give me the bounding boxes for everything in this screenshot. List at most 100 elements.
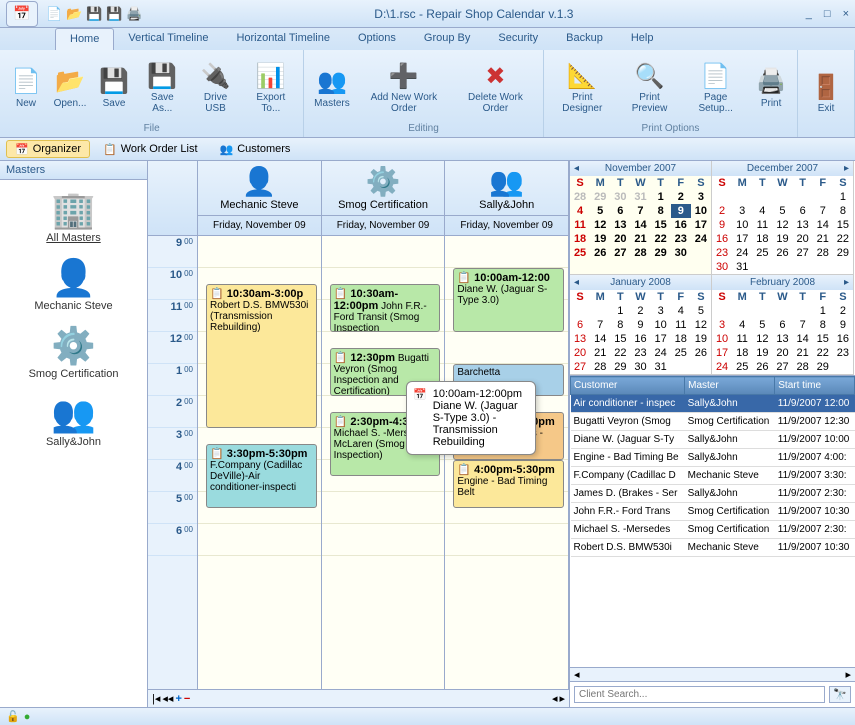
cal-day[interactable]: 30 bbox=[712, 260, 732, 274]
cal-day[interactable]: 13 bbox=[772, 332, 792, 346]
cal-day[interactable]: 10 bbox=[691, 204, 711, 218]
cal-day[interactable] bbox=[813, 190, 833, 204]
grid-scroll-left-icon[interactable]: ◂ bbox=[574, 668, 580, 681]
grid-header[interactable]: Master bbox=[685, 377, 775, 395]
cal-day[interactable]: 31 bbox=[651, 360, 671, 374]
cal-day[interactable]: 22 bbox=[651, 232, 671, 246]
ribbon-tab-home[interactable]: Home bbox=[55, 28, 114, 50]
sidebar-master-1[interactable]: ⚙️Smog Certification bbox=[4, 324, 143, 380]
cal-prev-icon[interactable]: ◂ bbox=[574, 163, 579, 174]
cal-day[interactable]: 15 bbox=[651, 218, 671, 232]
ribbon-tab-security[interactable]: Security bbox=[484, 28, 552, 50]
cal-day[interactable] bbox=[752, 190, 772, 204]
cal-day[interactable]: 29 bbox=[833, 246, 853, 260]
scroll-left-icon[interactable]: ◂ bbox=[552, 692, 558, 705]
cal-day[interactable]: 27 bbox=[793, 246, 813, 260]
cal-day[interactable]: 21 bbox=[793, 346, 813, 360]
cal-day[interactable]: 18 bbox=[732, 346, 752, 360]
grid-scroll-right-icon[interactable]: ▸ bbox=[845, 668, 851, 681]
qat-new-icon[interactable]: 📄 bbox=[46, 6, 62, 22]
cal-day[interactable] bbox=[732, 304, 752, 318]
cal-day[interactable]: 10 bbox=[651, 318, 671, 332]
cal-day[interactable]: 4 bbox=[752, 204, 772, 218]
new-button[interactable]: 📄New bbox=[4, 52, 48, 122]
zoom-out-button[interactable]: − bbox=[184, 693, 190, 705]
tab-customers[interactable]: 👥Customers bbox=[211, 140, 300, 158]
appointment-2-3[interactable]: 📋 4:00pm-5:30pm Engine - Bad Timing Belt bbox=[453, 460, 564, 508]
cal-day[interactable]: 3 bbox=[732, 204, 752, 218]
cal-day[interactable]: 7 bbox=[590, 318, 610, 332]
cal-day[interactable]: 2 bbox=[833, 304, 853, 318]
cal-day[interactable]: 27 bbox=[772, 360, 792, 374]
cal-day[interactable]: 28 bbox=[813, 246, 833, 260]
cal-day[interactable]: 12 bbox=[590, 218, 610, 232]
cal-day[interactable]: 5 bbox=[772, 204, 792, 218]
qat-print-icon[interactable]: 🖨️ bbox=[126, 6, 142, 22]
masters-button[interactable]: 👥Masters bbox=[308, 52, 355, 122]
maximize-button[interactable]: □ bbox=[824, 8, 831, 20]
cal-day[interactable]: 22 bbox=[610, 346, 630, 360]
cal-prev-icon[interactable]: ◂ bbox=[574, 277, 579, 288]
cal-day[interactable]: 18 bbox=[570, 232, 590, 246]
cal-day[interactable]: 16 bbox=[712, 232, 732, 246]
grid-row[interactable]: F.Company (Cadillac DMechanic Steve11/9/… bbox=[571, 467, 855, 485]
cal-day[interactable]: 15 bbox=[833, 218, 853, 232]
column-header-1[interactable]: ⚙️Smog Certification bbox=[322, 161, 445, 215]
cal-day[interactable]: 24 bbox=[651, 346, 671, 360]
cal-day[interactable]: 19 bbox=[590, 232, 610, 246]
cal-day[interactable]: 1 bbox=[610, 304, 630, 318]
saveas-button[interactable]: 💾Save As... bbox=[136, 52, 189, 122]
cal-day[interactable]: 4 bbox=[671, 304, 691, 318]
cal-day[interactable]: 9 bbox=[671, 204, 691, 218]
cal-day[interactable]: 29 bbox=[590, 190, 610, 204]
cal-day[interactable] bbox=[691, 360, 711, 374]
nav-prev-icon[interactable]: ◂◂ bbox=[162, 692, 173, 705]
cal-day[interactable]: 8 bbox=[833, 204, 853, 218]
exit-button[interactable]: 🚪Exit bbox=[802, 52, 850, 133]
app-menu-icon[interactable]: 📅 bbox=[6, 1, 38, 27]
cal-day[interactable]: 2 bbox=[712, 204, 732, 218]
cal-day[interactable]: 9 bbox=[712, 218, 732, 232]
cal-day[interactable]: 18 bbox=[752, 232, 772, 246]
grid-row[interactable]: Michael S. -MersedesSmog Certification11… bbox=[571, 521, 855, 539]
cal-day[interactable]: 5 bbox=[590, 204, 610, 218]
cal-day[interactable]: 29 bbox=[813, 360, 833, 374]
cal-day[interactable]: 12 bbox=[752, 332, 772, 346]
qat-saveas-icon[interactable]: 💾 bbox=[106, 6, 122, 22]
cal-day[interactable]: 11 bbox=[752, 218, 772, 232]
cal-day[interactable]: 1 bbox=[833, 190, 853, 204]
appointment-1-0[interactable]: 📋 10:30am-12:00pm John F.R.- Ford Transi… bbox=[330, 284, 441, 332]
grid-header[interactable]: Start time bbox=[775, 377, 855, 395]
grid-row[interactable]: Robert D.S. BMW530iMechanic Steve11/9/20… bbox=[571, 539, 855, 557]
cal-day[interactable]: 29 bbox=[610, 360, 630, 374]
cal-day[interactable]: 17 bbox=[691, 218, 711, 232]
cal-day[interactable]: 6 bbox=[793, 204, 813, 218]
cal-day[interactable]: 3 bbox=[712, 318, 732, 332]
cal-day[interactable] bbox=[793, 304, 813, 318]
cal-day[interactable] bbox=[813, 260, 833, 274]
cal-day[interactable]: 4 bbox=[570, 204, 590, 218]
ribbon-tab-help[interactable]: Help bbox=[617, 28, 668, 50]
cal-day[interactable]: 14 bbox=[793, 332, 813, 346]
ribbon-tab-group-by[interactable]: Group By bbox=[410, 28, 484, 50]
tab-workorders[interactable]: 📋Work Order List bbox=[94, 140, 207, 158]
cal-day[interactable]: 22 bbox=[813, 346, 833, 360]
cal-day[interactable]: 20 bbox=[793, 232, 813, 246]
cal-day[interactable] bbox=[793, 260, 813, 274]
cal-day[interactable]: 27 bbox=[610, 246, 630, 260]
cal-day[interactable]: 29 bbox=[651, 246, 671, 260]
column-header-0[interactable]: 👤Mechanic Steve bbox=[198, 161, 321, 215]
cal-day[interactable]: 24 bbox=[691, 232, 711, 246]
cal-day[interactable]: 6 bbox=[570, 318, 590, 332]
cal-day[interactable]: 16 bbox=[630, 332, 650, 346]
cal-day[interactable] bbox=[772, 190, 792, 204]
cal-day[interactable]: 9 bbox=[833, 318, 853, 332]
cal-day[interactable]: 28 bbox=[630, 246, 650, 260]
cal-day[interactable]: 8 bbox=[813, 318, 833, 332]
scroll-right-icon[interactable]: ▸ bbox=[559, 692, 565, 705]
cal-day[interactable]: 24 bbox=[712, 360, 732, 374]
cal-day[interactable]: 23 bbox=[833, 346, 853, 360]
cal-day[interactable] bbox=[833, 260, 853, 274]
cal-day[interactable]: 20 bbox=[772, 346, 792, 360]
cal-day[interactable]: 7 bbox=[793, 318, 813, 332]
